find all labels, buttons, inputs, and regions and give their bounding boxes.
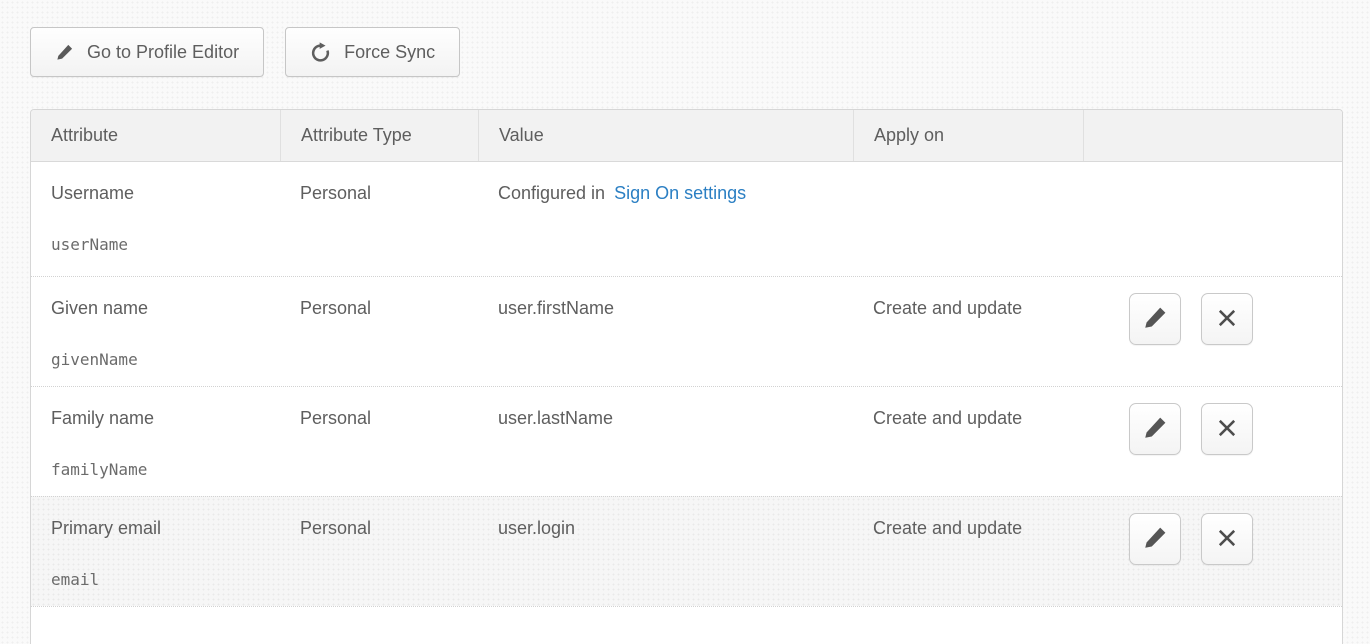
pencil-icon xyxy=(55,43,74,62)
pencil-icon xyxy=(1142,525,1168,554)
table-row-primary-email: Primary email email Personal user.login … xyxy=(31,496,1342,606)
table-row-partial xyxy=(31,606,1342,643)
edit-attribute-button[interactable] xyxy=(1129,513,1181,565)
apply-on-cell: Create and update xyxy=(853,277,1083,386)
delete-attribute-button[interactable] xyxy=(1201,403,1253,455)
force-sync-button[interactable]: Force Sync xyxy=(285,27,460,77)
attribute-type-cell: Personal xyxy=(280,497,478,606)
x-icon xyxy=(1215,526,1239,553)
attribute-type-cell: Personal xyxy=(280,277,478,386)
attribute-label: Primary email xyxy=(51,516,260,540)
header-attribute-type: Attribute Type xyxy=(280,110,478,161)
attribute-label: Given name xyxy=(51,296,260,320)
header-attribute: Attribute xyxy=(31,110,280,161)
attribute-label: Family name xyxy=(51,406,260,430)
edit-attribute-button[interactable] xyxy=(1129,293,1181,345)
table-row-family-name: Family name familyName Personal user.las… xyxy=(31,386,1342,496)
actions-cell xyxy=(1083,497,1342,606)
x-icon xyxy=(1215,306,1239,333)
table-row-given-name: Given name givenName Personal user.first… xyxy=(31,276,1342,386)
force-sync-label: Force Sync xyxy=(344,42,435,63)
attribute-code: email xyxy=(51,568,260,592)
actions-cell xyxy=(1083,387,1342,496)
actions-cell xyxy=(1083,277,1342,386)
value-cell: Configured in Sign On settings xyxy=(478,162,853,276)
header-apply-on: Apply on xyxy=(853,110,1083,161)
attribute-cell: Primary email email xyxy=(31,497,280,606)
attribute-label: Username xyxy=(51,181,260,205)
go-to-profile-editor-button[interactable]: Go to Profile Editor xyxy=(30,27,264,77)
pencil-icon xyxy=(1142,415,1168,444)
header-actions xyxy=(1083,110,1342,161)
attribute-code: familyName xyxy=(51,458,260,482)
attribute-mappings-page: { "toolbar": { "profile_editor_label": "… xyxy=(0,0,1370,644)
edit-attribute-button[interactable] xyxy=(1129,403,1181,455)
table-row-username: Username userName Personal Configured in… xyxy=(31,162,1342,276)
attribute-cell: Given name givenName xyxy=(31,277,280,386)
attribute-cell: Family name familyName xyxy=(31,387,280,496)
actions-cell xyxy=(1083,162,1342,276)
apply-on-cell xyxy=(853,162,1083,276)
value-prefix: Configured in xyxy=(498,183,605,203)
apply-on-cell: Create and update xyxy=(853,387,1083,496)
delete-attribute-button[interactable] xyxy=(1201,513,1253,565)
attribute-code: givenName xyxy=(51,348,260,372)
toolbar: Go to Profile Editor Force Sync xyxy=(0,0,1370,77)
delete-attribute-button[interactable] xyxy=(1201,293,1253,345)
pencil-icon xyxy=(1142,305,1168,334)
apply-on-cell: Create and update xyxy=(853,497,1083,606)
header-value: Value xyxy=(478,110,853,161)
value-cell: user.lastName xyxy=(478,387,853,496)
go-to-profile-editor-label: Go to Profile Editor xyxy=(87,42,239,63)
attribute-code: userName xyxy=(51,233,260,257)
attribute-type-cell: Personal xyxy=(280,162,478,276)
refresh-icon xyxy=(310,42,331,63)
attribute-type-cell: Personal xyxy=(280,387,478,496)
value-cell: user.firstName xyxy=(478,277,853,386)
sign-on-settings-link[interactable]: Sign On settings xyxy=(614,183,746,203)
table-header-row: Attribute Attribute Type Value Apply on xyxy=(31,110,1342,162)
attribute-mappings-table: Attribute Attribute Type Value Apply on … xyxy=(30,109,1343,644)
attribute-cell: Username userName xyxy=(31,162,280,276)
value-cell: user.login xyxy=(478,497,853,606)
x-icon xyxy=(1215,416,1239,443)
